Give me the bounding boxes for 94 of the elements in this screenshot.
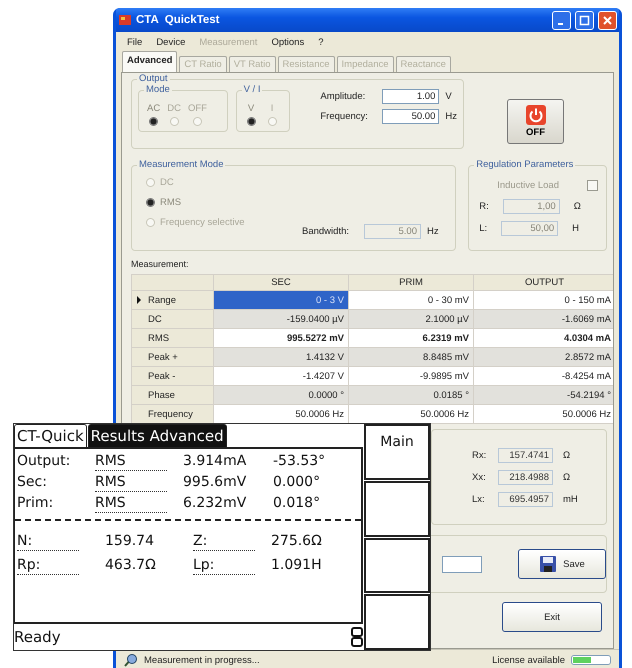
reading-label: Output: <box>17 453 72 471</box>
field-label: Bandwidth: <box>302 226 350 236</box>
field-label: Xx: <box>472 472 487 482</box>
row-header: Range <box>148 294 176 306</box>
table-cell[interactable]: 0 - 3 V <box>214 290 348 310</box>
maximize-button[interactable] <box>575 10 594 30</box>
table-cell[interactable]: -159.0400 µV <box>214 310 348 328</box>
field-label: Rx: <box>472 450 488 460</box>
row-header: Peak - <box>148 370 176 382</box>
checkbox-label: Inductive Load <box>497 180 559 190</box>
magnifier-icon <box>124 653 138 667</box>
tab[interactable]: Advanced <box>122 51 178 72</box>
phase-value: -53.53° <box>273 453 326 471</box>
softkey-button[interactable] <box>364 594 430 650</box>
reading-label: Sec: <box>17 474 48 492</box>
close-icon[interactable] <box>602 14 613 26</box>
softkey-button[interactable]: Main <box>364 424 430 480</box>
softkey-button[interactable] <box>364 538 430 594</box>
field-label: Frequency: <box>320 110 369 122</box>
table-cell[interactable]: 0.0000 ° <box>214 386 348 404</box>
row-header: DC <box>148 314 162 324</box>
save-button[interactable]: Save <box>518 549 606 579</box>
param-label: Lp: <box>193 557 255 575</box>
column-header: SEC <box>214 274 348 290</box>
unit-label: mH <box>563 494 578 504</box>
maximize-icon[interactable] <box>579 14 590 26</box>
mode-label: RMS <box>95 474 167 492</box>
table-cell[interactable]: 1.4132 V <box>214 348 348 366</box>
number-field[interactable]: 157.4741 <box>498 448 553 462</box>
window-title: CTA QuickTest <box>136 14 220 26</box>
group-title: Output <box>137 73 170 85</box>
field-label: L: <box>479 222 488 234</box>
license-label: License available <box>492 654 565 666</box>
text-field[interactable] <box>442 556 482 572</box>
param-label: N: <box>17 533 79 551</box>
field-label: Amplitude: <box>320 90 366 102</box>
param-value: 159.74 <box>105 533 155 551</box>
menu-item[interactable]: Device <box>149 36 192 48</box>
phase-value: 0.000° <box>273 474 322 492</box>
exit-button[interactable]: Exit <box>502 602 602 632</box>
number-field[interactable]: 218.4988 <box>498 470 553 484</box>
row-header: RMS <box>148 332 170 344</box>
close-button[interactable] <box>598 10 617 30</box>
unit-label: Hz <box>445 110 457 122</box>
tab[interactable]: Results Advanced <box>88 424 227 447</box>
param-value: 1.091H <box>271 557 323 575</box>
field-label: Lx: <box>472 494 486 504</box>
menu-item[interactable]: File <box>120 36 150 48</box>
unit-label: Ω <box>563 450 570 460</box>
section-label: Measurement: <box>131 259 190 271</box>
table-cell[interactable]: 0.0185 ° <box>348 386 474 404</box>
unit-label: Hz <box>427 226 439 236</box>
app-icon <box>118 13 132 27</box>
mode-label: RMS <box>95 453 167 471</box>
param-value: 275.6Ω <box>271 533 323 551</box>
menu-item[interactable]: ? <box>311 36 330 48</box>
number-field[interactable]: 50.00 <box>382 108 440 124</box>
field-label: R: <box>479 200 489 212</box>
row-header: Phase <box>148 390 175 400</box>
status-text: Ready <box>14 628 61 646</box>
table-cell[interactable]: 8.8485 mV <box>348 348 474 366</box>
reading-label: Prim: <box>17 495 54 513</box>
group-title: Regulation Parameters <box>474 159 576 171</box>
unit-label: Ω <box>574 200 581 212</box>
power-button[interactable]: OFF <box>507 98 564 144</box>
number-field[interactable]: 1.00 <box>382 88 440 104</box>
unit-label: V <box>445 90 452 102</box>
power-icon <box>524 104 546 124</box>
tab[interactable]: CT-Quick <box>14 424 87 447</box>
reading-value: 6.232mV <box>183 495 248 513</box>
unit-label: Ω <box>563 472 570 482</box>
checkbox[interactable] <box>587 180 598 190</box>
param-label: Z: <box>193 533 255 551</box>
reading-value: 995.6mV <box>183 474 248 492</box>
menu-item[interactable]: Options <box>264 36 312 48</box>
table-cell[interactable]: -1.6069 mA <box>474 310 613 328</box>
reading-value: 3.914mA <box>183 453 248 471</box>
param-label: Rp: <box>17 557 79 575</box>
mode-label: RMS <box>95 495 167 513</box>
battery-icon <box>351 627 363 647</box>
minimize-button[interactable] <box>552 10 571 30</box>
softkey-button[interactable] <box>364 480 430 536</box>
row-header: Peak + <box>148 352 178 362</box>
row-header: Frequency <box>148 408 193 420</box>
table-cell[interactable]: -54.2194 ° <box>474 386 613 404</box>
param-value: 463.7Ω <box>105 557 157 575</box>
table-cell[interactable]: 2.8572 mA <box>474 348 613 366</box>
number-field[interactable]: 695.4957 <box>498 492 553 506</box>
phase-value: 0.018° <box>273 495 322 513</box>
table-cell[interactable]: 2.1000 µV <box>348 310 474 328</box>
column-header: OUTPUT <box>474 274 613 290</box>
status-message: Measurement in progress... <box>144 654 261 666</box>
unit-label: H <box>572 222 580 234</box>
column-header: PRIM <box>348 274 474 290</box>
